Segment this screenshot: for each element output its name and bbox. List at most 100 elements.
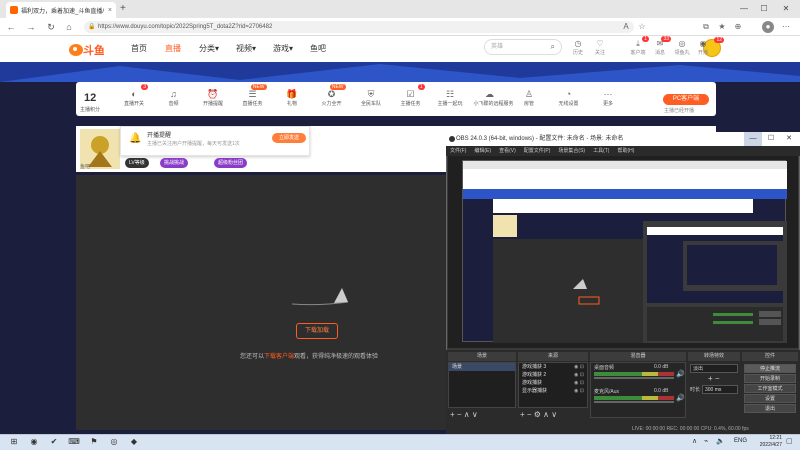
toolbar-item[interactable]: ☷ 主播一起玩 [434, 88, 466, 107]
input-language[interactable]: ENG [734, 438, 747, 444]
back-icon[interactable]: ← [4, 20, 18, 34]
forward-icon[interactable]: → [24, 20, 38, 34]
app-icon[interactable]: ⚑ [88, 436, 100, 448]
obs-menu-item[interactable]: 工具(T) [593, 148, 609, 154]
refresh-icon[interactable]: ↻ [44, 20, 58, 34]
volume-slider[interactable] [594, 401, 674, 403]
source-item[interactable]: 游戏捕获 2 ◉ ⊡ [519, 371, 587, 379]
header-bell-button[interactable]: ✉ 消息 33 [649, 36, 671, 56]
url-field[interactable]: 🔒 https://www.douyu.com/topic/2022Spring… [84, 21, 634, 33]
streamer-pill[interactable]: 超级粉丝团 [214, 158, 248, 168]
speaker-icon[interactable]: 🔊 [676, 394, 685, 402]
speaker-icon[interactable]: 🔊 [676, 370, 685, 378]
volume-icon[interactable]: 🔈 [716, 437, 725, 445]
duration-input[interactable]: 300 ms [702, 385, 738, 394]
toolbar-item[interactable]: ⋯ 更多 [592, 88, 624, 107]
douyu-app-icon[interactable]: ◎ [108, 436, 120, 448]
video-player[interactable] [76, 175, 446, 430]
add-transition-icon[interactable]: + − [708, 374, 720, 383]
check-icon[interactable]: ✔ [48, 436, 60, 448]
douyu-logo[interactable]: 斗鱼 [68, 40, 104, 58]
toolbar-item[interactable]: ☁ 小飞碟的远程服务 [474, 88, 514, 107]
favorites-icon[interactable]: ★ [716, 21, 728, 33]
visibility-eye-icon[interactable]: ◉ ⊡ [574, 363, 584, 371]
source-item[interactable]: 游戏捕获 ◉ ⊡ [519, 379, 587, 387]
scene-item[interactable]: 场景 [449, 363, 515, 371]
download-client-button[interactable]: 下载加载 [296, 323, 338, 339]
tab-close-icon[interactable]: × [108, 7, 112, 14]
home-icon[interactable]: ⌂ [62, 20, 76, 34]
transition-select[interactable]: 淡出 [690, 364, 738, 373]
extensions-icon[interactable]: ⊕ [732, 21, 744, 33]
visibility-eye-icon[interactable]: ◉ ⊡ [574, 379, 584, 387]
toolbar-item[interactable]: 🎁 礼物 [276, 88, 308, 107]
obs-minimize-button[interactable]: — [744, 132, 762, 146]
favorite-star-icon[interactable]: ☆ [636, 21, 648, 33]
visibility-eye-icon[interactable]: ◉ ⊡ [574, 387, 584, 395]
send-reminder-button[interactable]: 立即发送 [272, 133, 306, 143]
obs-menu-item[interactable]: 配置文件(P) [524, 148, 551, 154]
new-tab-button[interactable]: + [120, 3, 126, 14]
window-minimize-button[interactable]: — [736, 2, 752, 15]
toolbar-item[interactable]: ◐ 直播开关 3 [118, 84, 150, 107]
volume-slider[interactable] [594, 377, 674, 379]
toolbar-item[interactable]: ⏰ 开播提醒 [197, 88, 229, 107]
toolbar-item[interactable]: ♙ 房管 [513, 88, 545, 107]
start-icon[interactable]: ⊞ [8, 436, 20, 448]
tip-link[interactable]: 下载客户端 [264, 354, 294, 360]
browser-menu-icon[interactable]: ⋯ [780, 21, 792, 33]
streamer-pill[interactable]: 挑战挑战 [160, 158, 189, 168]
control-button[interactable]: 停止推流 [744, 364, 796, 373]
sources-list[interactable]: 游戏捕获 3 ◉ ⊡ 游戏捕获 2 ◉ ⊡ 游戏捕获 ◉ ⊡ 显示器捕获 ◉ ⊡ [518, 362, 588, 408]
terminal-icon[interactable]: ⌨ [68, 436, 80, 448]
source-item[interactable]: 游戏捕获 3 ◉ ⊡ [519, 363, 587, 371]
obs-close-button[interactable]: ✕ [780, 132, 798, 146]
nav-item[interactable]: 直播 [165, 43, 181, 54]
nav-item[interactable]: 视频▾ [236, 43, 256, 54]
toolbar-item[interactable]: ☑ 主播任务 1 [395, 84, 427, 107]
search-icon[interactable]: ⌕ [551, 40, 555, 54]
toolbar-item[interactable]: ◔ 无线设置 [553, 88, 585, 107]
obs-menu-item[interactable]: 帮助(H) [617, 148, 634, 154]
visibility-eye-icon[interactable]: ◉ ⊡ [574, 371, 584, 379]
taskbar-clock[interactable]: 12:21 2022/4/27 [748, 435, 782, 449]
nav-item[interactable]: 分类▾ [199, 43, 219, 54]
header-live-button[interactable]: ◉ 开播 [692, 39, 714, 56]
toolbar-item[interactable]: ♫ 音频 [158, 88, 190, 107]
search-input[interactable]: 英雄 ⌕ [484, 39, 562, 55]
obs-app-icon[interactable]: ◆ [128, 436, 140, 448]
control-button[interactable]: 工作室模式 [744, 384, 796, 393]
network-icon[interactable]: ⌁ [704, 437, 708, 445]
collections-icon[interactable]: ⧉ [700, 21, 712, 33]
scenes-list[interactable]: 场景 [448, 362, 516, 408]
toolbar-item[interactable]: ☰ 直播任务 NEW [237, 84, 269, 107]
streamer-pill[interactable]: LV等级 [125, 158, 149, 168]
tray-chevron-icon[interactable]: ∧ [692, 437, 697, 445]
nav-item[interactable]: 鱼吧 [310, 43, 326, 54]
source-add-icon[interactable]: + − ⚙ ∧ ∨ [520, 410, 557, 419]
window-maximize-button[interactable]: ☐ [756, 2, 772, 15]
nav-item[interactable]: 首页 [131, 43, 147, 54]
source-item[interactable]: 显示器捕获 ◉ ⊡ [519, 387, 587, 395]
scene-add-icon[interactable]: + − ∧ ∨ [450, 410, 478, 419]
obs-menu-item[interactable]: 编辑(E) [474, 148, 491, 154]
window-close-button[interactable]: ✕ [778, 2, 794, 15]
browser-tab[interactable]: 福利双力，乘着加速_斗鱼直播/ × [6, 2, 116, 18]
control-button[interactable]: 设置 [744, 394, 796, 403]
header-clock-button[interactable]: ◷ 历史 [567, 39, 589, 56]
header-heart-button[interactable]: ♡ 关注 [589, 39, 611, 56]
control-button[interactable]: 开始录制 [744, 374, 796, 383]
toolbar-item[interactable]: ⛨ 全民车队 [355, 88, 387, 107]
control-button[interactable]: 退出 [744, 404, 796, 413]
header-download-button[interactable]: ⤓ 客户端 1 [627, 36, 649, 56]
notification-icon[interactable]: ▢ [786, 437, 793, 445]
header-coin-button[interactable]: ◎ 领鱼丸 [671, 39, 693, 56]
pc-client-button[interactable]: PC客户端 [663, 94, 709, 105]
obs-menu-item[interactable]: 查看(V) [499, 148, 516, 154]
obs-menu-item[interactable]: 场景集合(S) [558, 148, 585, 154]
browser-icon[interactable]: ◉ [28, 436, 40, 448]
read-aloud-icon[interactable]: A [620, 21, 632, 33]
obs-menu-item[interactable]: 文件(F) [450, 148, 466, 154]
profile-icon[interactable]: ● [762, 21, 774, 33]
nav-item[interactable]: 游戏▾ [273, 43, 293, 54]
